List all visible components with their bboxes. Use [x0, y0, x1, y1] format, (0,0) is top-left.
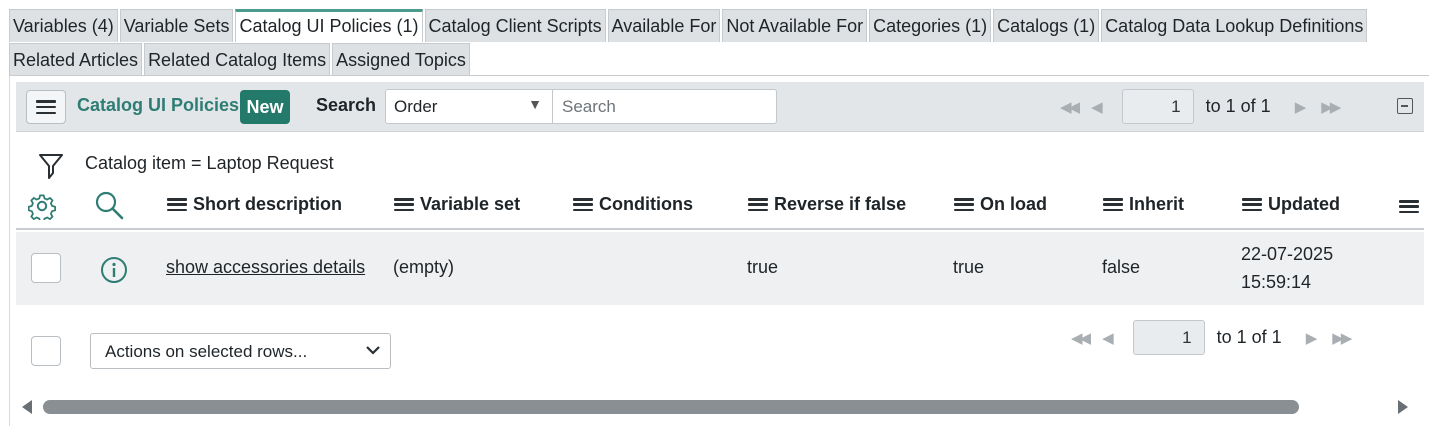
column-header-conditions[interactable]: Conditions: [573, 194, 693, 215]
row-checkbox[interactable]: [31, 253, 61, 283]
info-icon[interactable]: [100, 256, 128, 284]
updated-date: 22-07-2025: [1241, 244, 1334, 264]
tab-catalog-ui-policies[interactable]: Catalog UI Policies (1): [235, 9, 423, 42]
next-page-icon[interactable]: ▶: [1306, 329, 1317, 347]
first-page-icon[interactable]: ◀◀: [1071, 329, 1091, 347]
tab-available-for[interactable]: Available For: [607, 9, 721, 42]
column-label: Conditions: [599, 194, 693, 214]
horizontal-scrollbar[interactable]: [16, 396, 1424, 418]
prev-page-icon[interactable]: ◀: [1102, 329, 1113, 347]
search-input[interactable]: [552, 89, 777, 124]
column-label: Variable set: [420, 194, 521, 214]
scroll-right-arrow-icon[interactable]: [1398, 400, 1408, 414]
column-header-on-load[interactable]: On load: [954, 194, 1047, 215]
search-field-value: Order: [394, 97, 438, 116]
new-button[interactable]: New: [240, 90, 290, 124]
scrollbar-thumb[interactable]: [43, 400, 1299, 414]
scroll-left-arrow-icon[interactable]: [22, 400, 32, 414]
next-page-icon[interactable]: ▶: [1295, 98, 1306, 116]
actions-label: Actions on selected rows...: [105, 342, 308, 361]
tab-assigned-topics[interactable]: Assigned Topics: [332, 43, 470, 76]
column-header-row: Short description Variable set Condition…: [16, 188, 1424, 230]
column-header-variable-set[interactable]: Variable set: [394, 194, 520, 215]
list-context-menu-button[interactable]: [26, 90, 66, 124]
page-number-input[interactable]: 1: [1121, 89, 1194, 124]
updated-time: 15:59:14: [1241, 272, 1312, 292]
cell-variable-set: (empty): [393, 257, 455, 277]
personalize-columns-icon[interactable]: [1399, 200, 1419, 213]
column-menu-icon: [167, 198, 187, 211]
cell-updated: 22-07-2025 15:59:14: [1241, 240, 1333, 296]
last-page-icon[interactable]: ▶▶: [1321, 98, 1341, 116]
column-menu-icon: [394, 198, 414, 211]
page-range-text: to 1 of 1: [1205, 96, 1271, 116]
tab-catalog-data-lookup-definitions[interactable]: Catalog Data Lookup Definitions: [1101, 9, 1368, 42]
cell-short-description[interactable]: show accessories details: [166, 257, 365, 278]
tab-not-available-for[interactable]: Not Available For: [722, 9, 868, 42]
search-field-select[interactable]: Order ▼: [385, 89, 553, 124]
panel-border: [9, 76, 10, 426]
column-label: Reverse if false: [774, 194, 907, 214]
prev-page-icon[interactable]: ◀: [1091, 98, 1102, 116]
column-menu-icon: [748, 198, 768, 211]
tab-divider: [9, 75, 1429, 76]
search-label: Search: [316, 95, 377, 115]
table-row: show accessories details (empty) true tr…: [16, 232, 1424, 305]
column-header-updated[interactable]: Updated: [1242, 194, 1340, 215]
bottom-pager: ◀◀ ◀ 1 to 1 of 1 ▶ ▶▶: [1071, 320, 1352, 355]
tab-strip-row-2: Related Articles Related Catalog Items A…: [9, 43, 472, 76]
top-pager: ◀◀ ◀ 1 to 1 of 1 ▶ ▶▶: [1060, 89, 1341, 124]
tab-related-articles[interactable]: Related Articles: [9, 43, 143, 76]
hamburger-icon: [36, 100, 56, 114]
cell-inherit: false: [1102, 257, 1141, 277]
column-menu-icon: [1103, 198, 1123, 211]
tab-related-catalog-items[interactable]: Related Catalog Items: [144, 43, 331, 76]
column-menu-icon: [1242, 198, 1262, 211]
cell-on-load: true: [953, 257, 985, 277]
chevron-down-icon: [366, 346, 380, 355]
first-page-icon[interactable]: ◀◀: [1060, 98, 1080, 116]
last-page-icon[interactable]: ▶▶: [1332, 329, 1352, 347]
column-label: Updated: [1268, 194, 1340, 214]
cell-reverse-if-false: true: [747, 257, 779, 277]
filter-breadcrumb[interactable]: Catalog item = Laptop Request: [85, 153, 334, 174]
column-label: Short description: [193, 194, 343, 214]
column-menu-icon: [573, 198, 593, 211]
list-title[interactable]: Catalog UI Policies: [77, 95, 239, 116]
caret-down-icon: ▼: [528, 96, 542, 112]
select-all-checkbox[interactable]: [31, 336, 61, 366]
tab-variables[interactable]: Variables (4): [9, 9, 118, 42]
column-menu-icon: [954, 198, 974, 211]
tab-variable-sets[interactable]: Variable Sets: [119, 9, 234, 42]
tab-catalog-client-scripts[interactable]: Catalog Client Scripts: [424, 9, 606, 42]
page-range-text: to 1 of 1: [1216, 327, 1282, 347]
actions-on-selected-rows-select[interactable]: Actions on selected rows...: [90, 333, 391, 369]
list-header-bar: Catalog UI Policies New Search Order ▼ ◀…: [16, 82, 1424, 132]
column-header-reverse-if-false[interactable]: Reverse if false: [748, 194, 906, 215]
collapse-list-icon[interactable]: [1397, 98, 1413, 114]
tab-strip-row-1: Variables (4) Variable Sets Catalog UI P…: [9, 9, 1369, 42]
column-label: Inherit: [1129, 194, 1185, 214]
filter-funnel-icon[interactable]: [38, 152, 64, 180]
tab-categories[interactable]: Categories (1): [869, 9, 992, 42]
gear-icon[interactable]: [28, 192, 56, 220]
tab-catalogs[interactable]: Catalogs (1): [993, 9, 1100, 42]
page-number-input[interactable]: 1: [1132, 320, 1205, 355]
magnifier-icon[interactable]: [94, 190, 126, 222]
column-header-inherit[interactable]: Inherit: [1103, 194, 1184, 215]
column-header-short-description[interactable]: Short description: [167, 194, 342, 215]
column-label: On load: [980, 194, 1047, 214]
